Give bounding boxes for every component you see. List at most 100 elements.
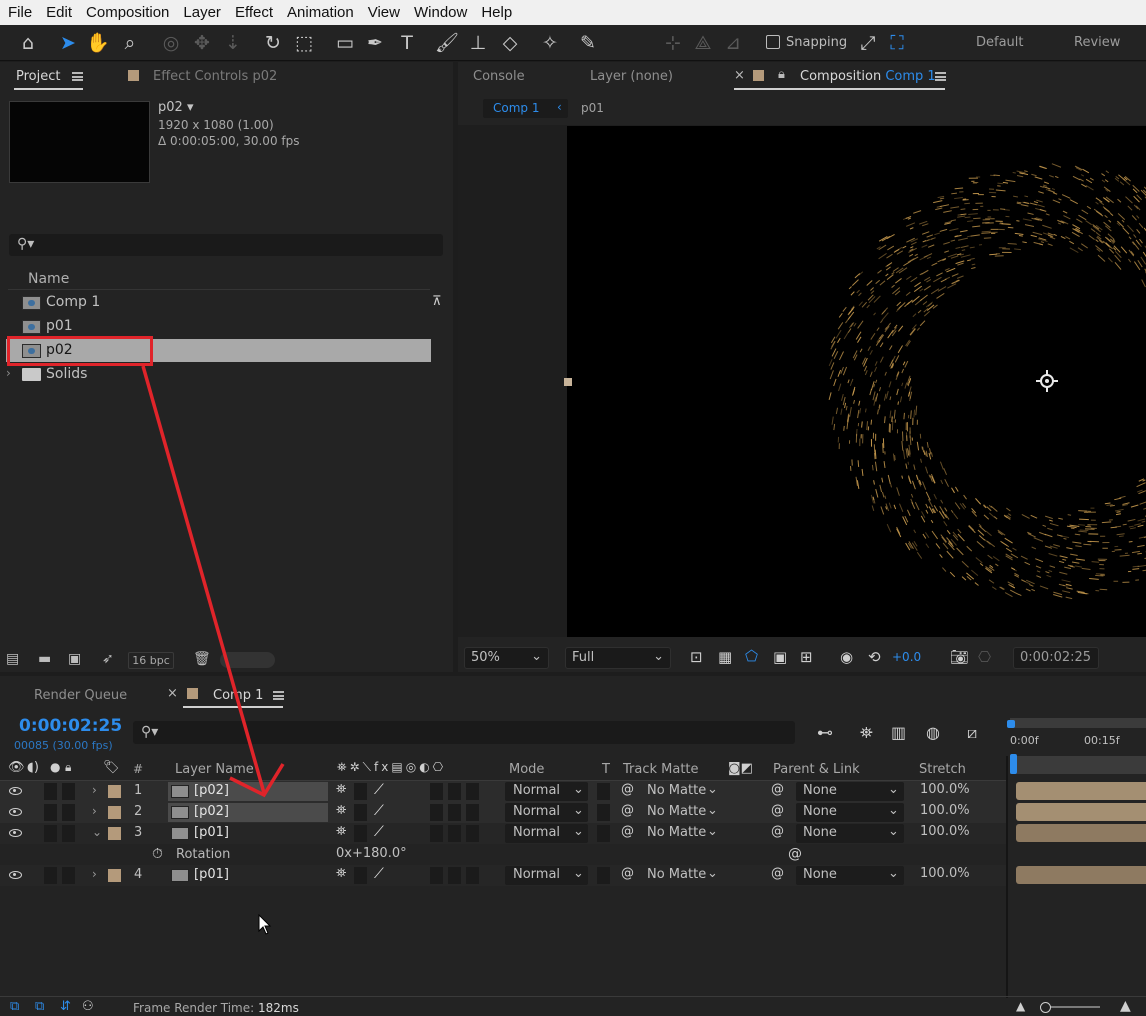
- exposure-value[interactable]: +0.0: [892, 650, 921, 664]
- channel-icon[interactable]: ◉: [840, 648, 853, 666]
- menu-file[interactable]: File: [0, 4, 38, 21]
- solo-toggle[interactable]: [44, 867, 57, 884]
- label-header-icon[interactable]: 🏷︎: [103, 760, 120, 775]
- snap-options-icon[interactable]: ⤢: [855, 30, 881, 56]
- menu-effect[interactable]: Effect: [227, 4, 279, 21]
- parent-pickwhip-icon[interactable]: @: [771, 866, 784, 881]
- workspace-review[interactable]: Review: [1074, 35, 1120, 50]
- eye-icon[interactable]: [9, 829, 22, 837]
- roto-brush-icon[interactable]: ✧: [537, 30, 563, 56]
- collapse-switch[interactable]: [354, 804, 367, 821]
- project-item-comp1[interactable]: Comp 1: [6, 291, 431, 314]
- adjustment-switch[interactable]: [448, 867, 461, 884]
- fast-preview-icon[interactable]: ⊡: [690, 648, 703, 666]
- composition-canvas[interactable]: [567, 126, 1146, 637]
- stretch-value[interactable]: 100.0%: [920, 803, 970, 818]
- layer-handle[interactable]: [564, 378, 572, 386]
- bpc-button[interactable]: 16 bpc: [128, 652, 174, 669]
- breadcrumb-comp1[interactable]: Comp 1: [493, 101, 539, 115]
- type-tool-icon[interactable]: T: [394, 30, 420, 56]
- pick-whip-icon[interactable]: @: [788, 846, 802, 862]
- menu-composition[interactable]: Composition: [78, 4, 175, 21]
- project-search-input[interactable]: ⚲▾: [9, 234, 443, 256]
- layer-duration-bar[interactable]: [1016, 782, 1146, 800]
- clone-stamp-icon[interactable]: ⊥: [465, 30, 491, 56]
- anchor-point-icon[interactable]: [1036, 370, 1058, 392]
- solo-toggle[interactable]: [44, 783, 57, 800]
- effect-switch[interactable]: [430, 783, 443, 800]
- stretch-value[interactable]: 100.0%: [920, 866, 970, 881]
- eye-icon[interactable]: [9, 808, 22, 816]
- world-axis-icon[interactable]: ⟁: [690, 30, 716, 56]
- orbit-camera-icon[interactable]: ◎: [158, 30, 184, 56]
- effect-switch[interactable]: [430, 804, 443, 821]
- tab-render-queue[interactable]: Render Queue: [34, 688, 127, 703]
- menu-edit[interactable]: Edit: [38, 4, 78, 21]
- stretch-value[interactable]: 100.0%: [920, 824, 970, 839]
- quality-switch-icon[interactable]: ⟋: [374, 782, 384, 798]
- layer-row[interactable]: › 4 [p01] ⛯ ⟋ Normal ⌄ @ No Matte ⌄ @ None ⌄ 100.0%: [0, 865, 1008, 886]
- 3d-switch[interactable]: [466, 783, 479, 800]
- preserve-transparency-toggle[interactable]: [597, 804, 610, 821]
- timeline-search-input[interactable]: ⚲▾: [133, 721, 795, 744]
- workspace-default[interactable]: Default: [976, 35, 1024, 50]
- tab-composition[interactable]: Composition Comp 1: [800, 69, 936, 84]
- flowchart-icon[interactable]: ⊼: [432, 294, 442, 309]
- effect-switch[interactable]: [430, 825, 443, 842]
- layer-row[interactable]: ⌄ 3 [p01] ⛯ ⟋ Normal ⌄ @ No Matte ⌄ @ None ⌄ 100.0%: [0, 823, 1008, 844]
- tab-comp1[interactable]: Comp 1: [213, 688, 263, 703]
- 3d-switch[interactable]: [466, 825, 479, 842]
- layer-duration-bar[interactable]: [1016, 866, 1146, 884]
- lock-icon[interactable]: 🔒︎: [778, 67, 785, 82]
- collapse-switch[interactable]: [354, 783, 367, 800]
- video-switch-header-icon[interactable]: 👁︎: [8, 760, 25, 775]
- collapse-switch[interactable]: [354, 825, 367, 842]
- timeline-menu-icon[interactable]: [273, 691, 284, 700]
- stretch-header[interactable]: Stretch: [919, 762, 966, 777]
- solo-header-icon[interactable]: ●: [50, 760, 60, 774]
- tab-project[interactable]: Project: [16, 69, 60, 84]
- zoom-tool-icon[interactable]: ⌕: [117, 30, 143, 56]
- menu-window[interactable]: Window: [406, 4, 473, 21]
- chevron-right-icon[interactable]: ›: [92, 783, 97, 797]
- pen-tool-icon[interactable]: ✒: [362, 30, 388, 56]
- lock-toggle[interactable]: [62, 867, 75, 884]
- time-ruler[interactable]: [1010, 756, 1146, 774]
- current-time-display[interactable]: 0:00:02:25: [1013, 647, 1099, 669]
- rotation-value[interactable]: 0x+180.0°: [336, 846, 407, 861]
- thumbnail-scroll[interactable]: [220, 652, 275, 668]
- collapse-switch[interactable]: [354, 867, 367, 884]
- quality-switch-icon[interactable]: ⟋: [374, 866, 384, 882]
- selection-tool-icon[interactable]: ➤: [55, 30, 81, 56]
- layer-duration-bar[interactable]: [1016, 803, 1146, 821]
- project-folder-solids[interactable]: › Solids: [6, 363, 431, 386]
- label-swatch[interactable]: [108, 806, 121, 819]
- work-area-start-handle[interactable]: [1007, 720, 1015, 728]
- layer-name-field[interactable]: [p02]: [168, 803, 328, 822]
- chevron-right-icon[interactable]: ›: [6, 366, 11, 380]
- trash-icon[interactable]: 🗑: [193, 651, 211, 667]
- tab-console[interactable]: Console: [473, 69, 525, 84]
- tab-layer[interactable]: Layer (none): [590, 69, 673, 84]
- track-matte-dropdown[interactable]: No Matte ⌄: [640, 803, 720, 822]
- frame-blending-icon[interactable]: ▥: [891, 723, 906, 742]
- lock-toggle[interactable]: [62, 783, 75, 800]
- layer-name-field[interactable]: [p01]: [168, 866, 328, 885]
- interpret-footage-icon[interactable]: ▤: [6, 651, 19, 667]
- shy-switch-icon[interactable]: ⛯: [336, 866, 346, 881]
- item-dropdown-icon[interactable]: ▾: [187, 100, 194, 115]
- quality-switch-icon[interactable]: ⟋: [374, 824, 384, 840]
- parent-dropdown[interactable]: None ⌄: [796, 866, 904, 885]
- matte-pickwhip-icon[interactable]: @: [621, 782, 634, 797]
- menu-view[interactable]: View: [360, 4, 406, 21]
- solo-toggle[interactable]: [44, 825, 57, 842]
- lock-header-icon[interactable]: 🔒︎: [65, 760, 71, 775]
- close-tab-icon[interactable]: ×: [734, 68, 745, 83]
- mode-dropdown[interactable]: Normal ⌄: [505, 866, 588, 885]
- grid-guides-icon[interactable]: ⊞: [800, 648, 813, 666]
- parent-pickwhip-icon[interactable]: @: [771, 782, 784, 797]
- home-icon[interactable]: ⌂: [15, 30, 41, 56]
- stopwatch-icon[interactable]: ⏱︎: [152, 846, 163, 862]
- audio-switch-header-icon[interactable]: ◖): [27, 760, 39, 775]
- view-axis-icon[interactable]: ⊿: [720, 30, 746, 56]
